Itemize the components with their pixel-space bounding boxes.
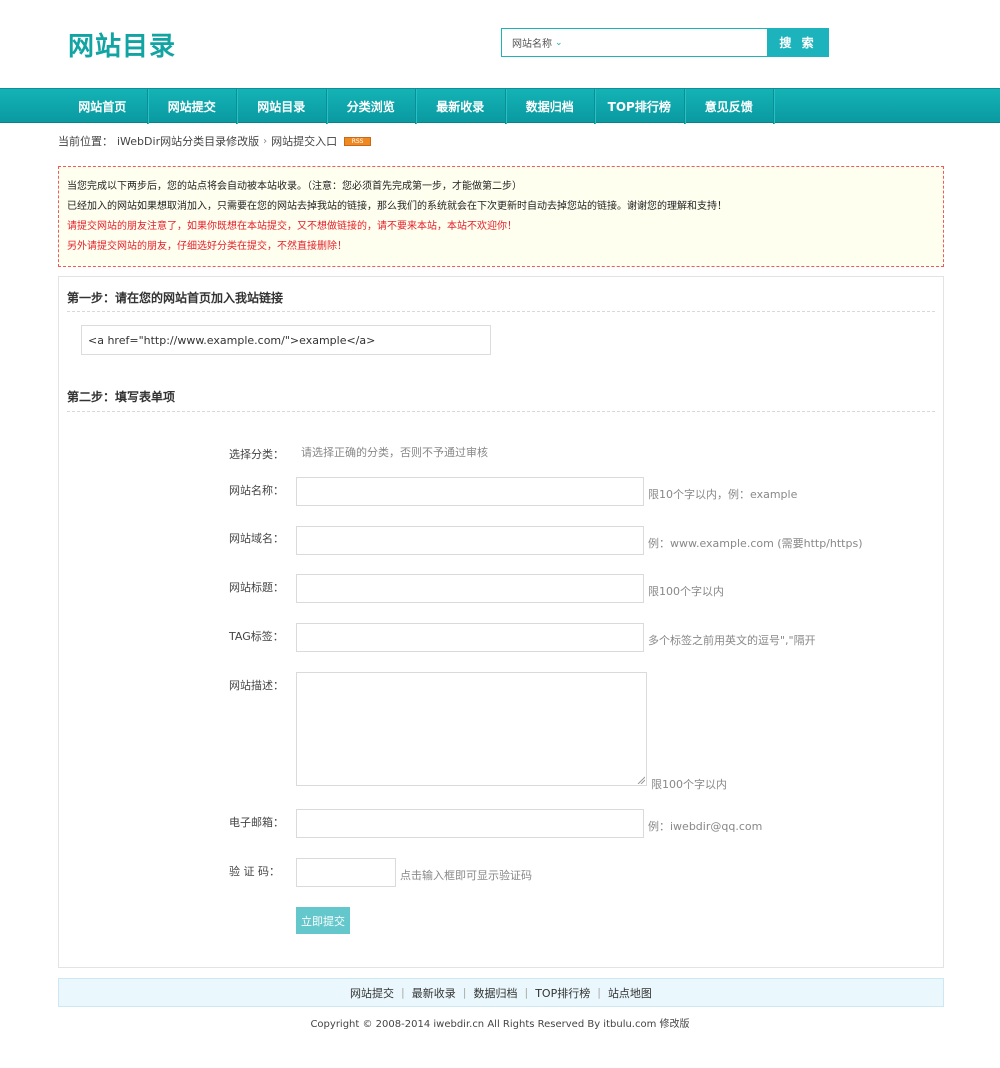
captcha-hint: 点击输入框即可显示验证码 [400,869,532,882]
breadcrumb-current: 网站提交入口 [271,135,338,148]
nav-item-directory[interactable]: 网站目录 [237,89,327,124]
breadcrumb-prefix: 当前位置： [58,135,113,148]
nav-item-categories[interactable]: 分类浏览 [327,89,416,124]
description-textarea[interactable] [296,672,647,786]
submit-panel: 第一步：请在您的网站首页加入我站链接 <a href="http://www.e… [58,276,944,968]
email-hint: 例：iwebdir@qq.com [648,820,763,833]
description-hint: 限100个字以内 [651,778,727,791]
footer-separator: | [401,986,405,999]
footer-separator: | [597,986,601,999]
nav-item-submit[interactable]: 网站提交 [148,89,237,124]
main-nav: 网站首页 网站提交 网站目录 分类浏览 最新收录 数据归档 TOP排行榜 意见反… [0,88,1000,124]
tag-hint: 多个标签之前用英文的逗号","隔开 [648,634,816,647]
site-name-input[interactable] [296,477,644,506]
tag-input[interactable] [296,623,644,652]
link-code-field[interactable]: <a href="http://www.example.com/">exampl… [81,325,491,355]
captcha-label: 验 证 码： [229,865,280,878]
email-label: 电子邮箱： [229,816,284,829]
footer-link-archive[interactable]: 数据归档 [473,985,517,1001]
notice-warning: 另外请提交网站的朋友，仔细选好分类在提交，不然直接删除！ [67,241,347,252]
copyright-text: Copyright © 2008-2014 iwebdir.cn All Rig… [310,1019,690,1030]
search-type-select[interactable]: 网站名称 ⌄ [512,35,563,51]
nav-item-latest[interactable]: 最新收录 [416,89,506,124]
submit-button[interactable]: 立即提交 [296,907,350,934]
breadcrumb-site-link[interactable]: iWebDir网站分类目录修改版 [117,133,259,149]
search-button[interactable]: 搜 索 [767,28,829,57]
step1-title: 第一步：请在您的网站首页加入我站链接 [67,291,284,305]
step2-title: 第二步：填写表单项 [67,390,176,404]
nav-item-top[interactable]: TOP排行榜 [595,89,685,124]
divider [67,311,935,312]
site-title-label: 网站标题： [229,581,284,594]
description-label: 网站描述： [229,679,284,692]
search-input[interactable]: 网站名称 ⌄ [501,28,767,57]
footer-separator: | [524,986,529,999]
site-name-hint: 限10个字以内，例：example [648,488,798,501]
domain-input[interactable] [296,526,644,555]
domain-hint: 例：www.example.com (需要http/https) [648,537,863,550]
resize-handle-icon[interactable] [637,776,645,784]
footer-link-top[interactable]: TOP排行榜 [535,985,590,1001]
site-title-hint: 限100个字以内 [648,585,724,598]
notice-line: 当您完成以下两步后，您的站点将会自动被本站收录。（注意：您必须首先完成第一步，才… [67,181,522,192]
site-title-input[interactable] [296,574,644,603]
site-logo[interactable]: 网站目录 [68,26,176,63]
footer-link-submit[interactable]: 网站提交 [350,985,394,1001]
site-name-label: 网站名称： [229,484,284,497]
notice-box: 当您完成以下两步后，您的站点将会自动被本站收录。（注意：您必须首先完成第一步，才… [58,166,944,267]
domain-label: 网站域名： [229,532,284,545]
search-bar: 网站名称 ⌄ 搜 索 [501,28,829,57]
chevron-down-icon: ⌄ [555,37,563,48]
category-label: 选择分类： [229,448,284,461]
notice-warning: 请提交网站的朋友注意了，如果你既想在本站提交，又不想做链接的，请不要来本站，本站… [67,221,517,232]
footer-separator: | [462,986,467,999]
nav-item-archive[interactable]: 数据归档 [506,89,595,124]
footer-links: 网站提交 | 最新收录 | 数据归档 | TOP排行榜 | 站点地图 [58,978,944,1007]
email-input[interactable] [296,809,644,838]
footer-link-sitemap[interactable]: 站点地图 [608,985,652,1001]
divider [67,411,935,412]
nav-item-home[interactable]: 网站首页 [58,89,148,124]
nav-item-feedback[interactable]: 意见反馈 [685,89,774,124]
tag-label: TAG标签： [229,630,284,643]
notice-line: 已经加入的网站如果想取消加入，只需要在您的网站去掉我站的链接，那么我们的系统就会… [67,201,727,212]
rss-icon[interactable]: RSS [344,136,372,146]
breadcrumb-separator: › [263,135,268,147]
captcha-input[interactable] [296,858,396,887]
search-type-label: 网站名称 [512,39,552,50]
breadcrumb: 当前位置： iWebDir网站分类目录修改版 › 网站提交入口 RSS [58,133,372,149]
footer-link-latest[interactable]: 最新收录 [412,985,456,1001]
category-select[interactable]: 请选择正确的分类，否则不予通过审核 [301,444,488,460]
